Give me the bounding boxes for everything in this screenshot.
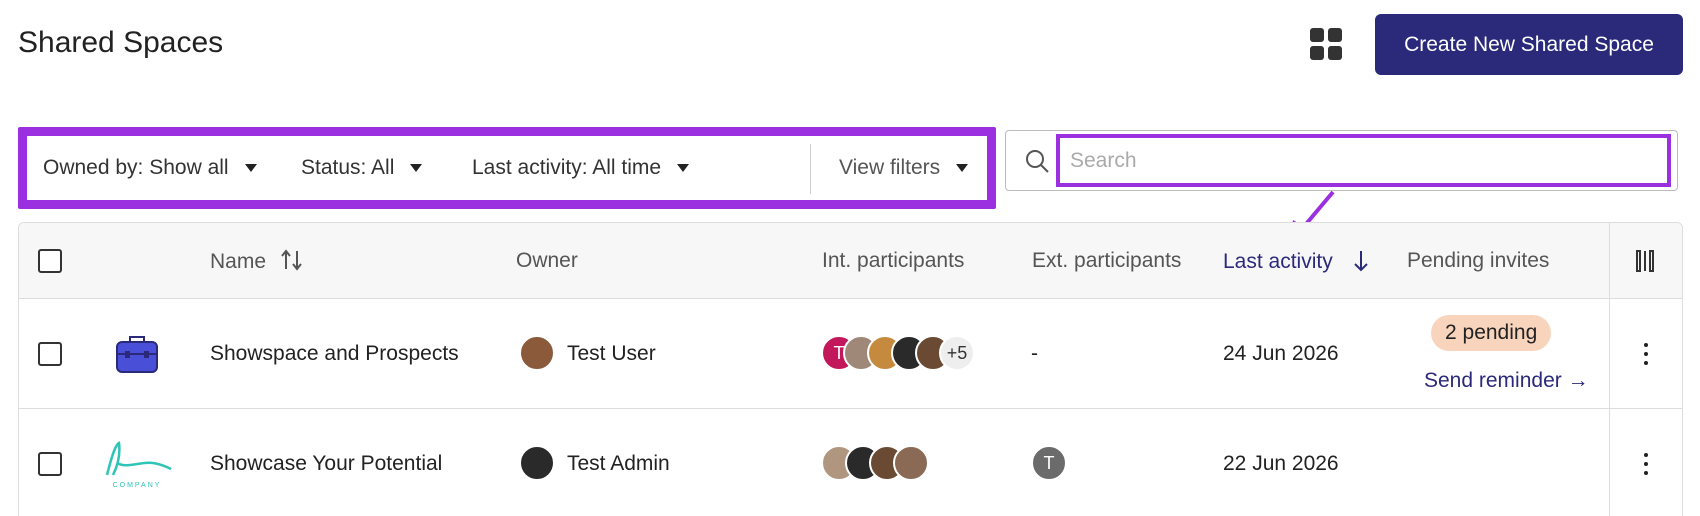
- more-participants-badge[interactable]: +5: [939, 335, 975, 371]
- space-name[interactable]: Showspace and Prospects: [210, 342, 459, 366]
- search-input[interactable]: [1056, 134, 1671, 187]
- owner-avatar: [519, 335, 555, 371]
- status-filter[interactable]: Status: All: [301, 156, 423, 180]
- send-reminder-link[interactable]: Send reminder →: [1424, 369, 1589, 393]
- select-all-checkbox[interactable]: [38, 249, 62, 273]
- last-activity-value: 24 Jun 2026: [1223, 342, 1339, 365]
- row-actions-cell: [1609, 409, 1682, 516]
- owned-by-label: Owned by: Show all: [43, 156, 229, 179]
- create-shared-space-button[interactable]: Create New Shared Space: [1375, 14, 1683, 75]
- company-logo: COMPANY: [101, 439, 173, 489]
- briefcase-icon: [116, 336, 158, 373]
- search-icon: [1026, 150, 1049, 173]
- column-settings-icon: [1636, 250, 1654, 272]
- column-int-participants[interactable]: Int. participants: [822, 249, 964, 273]
- page-title: Shared Spaces: [18, 26, 224, 59]
- owner-name: Test User: [567, 342, 656, 365]
- ext-participants-value: -: [1031, 342, 1038, 365]
- more-options-icon[interactable]: [1643, 343, 1649, 365]
- column-last-activity[interactable]: Last activity: [1223, 249, 1371, 274]
- divider: [810, 144, 811, 194]
- row-actions-cell: [1609, 299, 1682, 408]
- table-row[interactable]: Showspace and Prospects Test User T +5 -…: [19, 299, 1682, 409]
- sort-down-icon: [1353, 251, 1368, 272]
- owner-avatar: [519, 445, 555, 481]
- status-label: Status: All: [301, 156, 395, 179]
- column-name-label: Name: [210, 250, 267, 273]
- ext-participant-avatar: T: [1031, 445, 1067, 481]
- filter-bar: Owned by: Show all Status: All Last acti…: [18, 127, 996, 209]
- owned-by-filter[interactable]: Owned by: Show all: [43, 156, 257, 180]
- row-checkbox[interactable]: [38, 342, 62, 366]
- last-activity-filter[interactable]: Last activity: All time: [472, 156, 690, 180]
- shared-spaces-table: Name Owner Int. participants Ext. partic…: [18, 222, 1683, 516]
- table-header: Name Owner Int. participants Ext. partic…: [19, 223, 1682, 299]
- company-logo-mark: [105, 441, 172, 476]
- caret-down-icon: [410, 164, 423, 172]
- caret-down-icon: [956, 164, 969, 172]
- sort-icon: [281, 249, 302, 271]
- search-box: [1005, 130, 1678, 191]
- view-filters-label: View filters: [839, 156, 941, 179]
- pending-badge: 2 pending: [1431, 315, 1552, 351]
- last-activity-value: 22 Jun 2026: [1223, 452, 1339, 475]
- row-checkbox[interactable]: [38, 452, 62, 476]
- table-row[interactable]: COMPANY Showcase Your Potential Test Adm…: [19, 409, 1682, 516]
- owner-name: Test Admin: [567, 452, 670, 475]
- space-name[interactable]: Showcase Your Potential: [210, 452, 442, 476]
- more-options-icon[interactable]: [1643, 453, 1649, 475]
- caret-down-icon: [677, 164, 690, 172]
- column-pending-invites[interactable]: Pending invites: [1407, 249, 1549, 273]
- column-name[interactable]: Name: [210, 249, 304, 274]
- column-last-activity-label: Last activity: [1223, 250, 1333, 273]
- participant-avatar: [893, 445, 929, 481]
- company-logo-text: COMPANY: [112, 482, 162, 489]
- column-ext-participants[interactable]: Ext. participants: [1032, 249, 1181, 273]
- last-activity-label: Last activity: All time: [472, 156, 662, 179]
- caret-down-icon: [244, 164, 257, 172]
- column-owner[interactable]: Owner: [516, 249, 578, 273]
- grid-view-icon[interactable]: [1310, 28, 1342, 60]
- column-settings[interactable]: [1609, 223, 1682, 298]
- view-filters-dropdown[interactable]: View filters: [839, 156, 969, 180]
